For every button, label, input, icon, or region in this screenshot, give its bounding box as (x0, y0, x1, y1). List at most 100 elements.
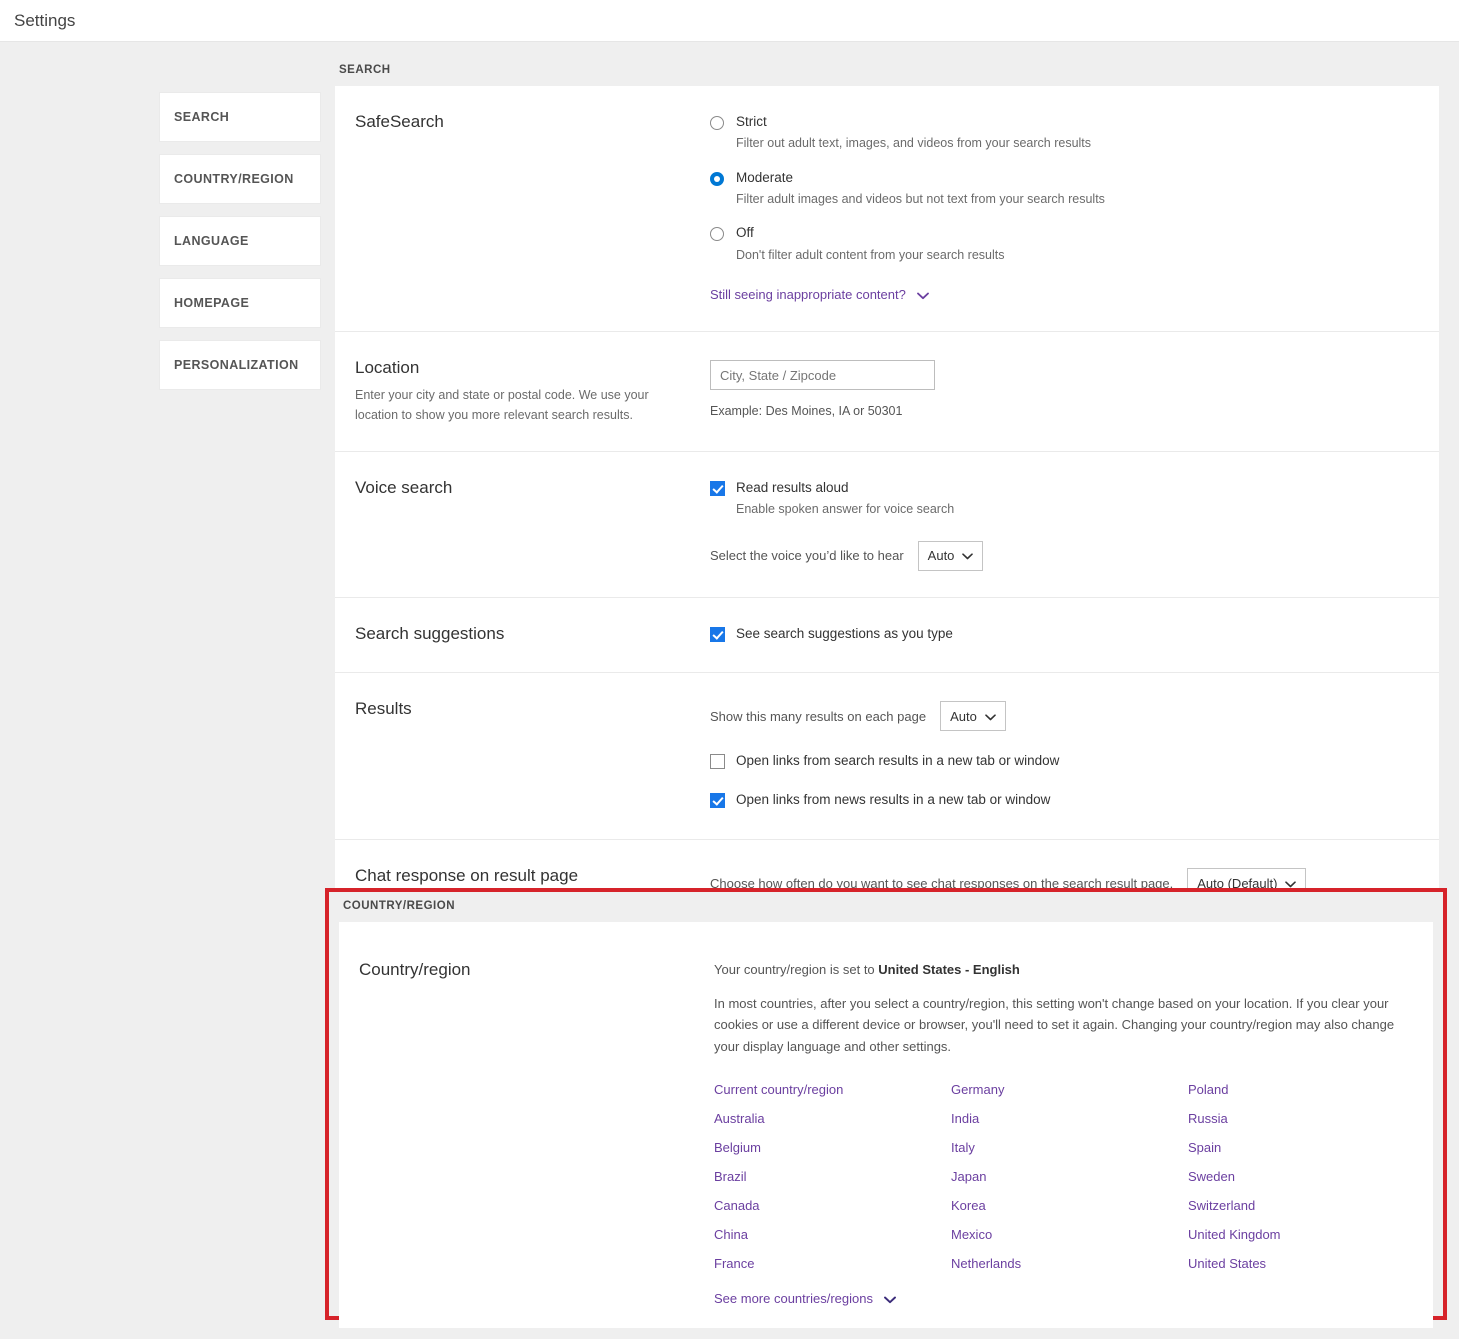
radio-moderate-icon[interactable] (710, 171, 724, 186)
safesearch-option-title: Off (736, 225, 754, 241)
search-section-header: SEARCH (339, 64, 391, 76)
search-settings-panel: SafeSearch Strict Filter out adult text,… (335, 86, 1439, 925)
country-region-section-header: COUNTRY/REGION (343, 900, 455, 912)
open-search-links-label: Open links from search results in a new … (736, 753, 1060, 769)
checkbox-read-results-aloud-icon[interactable] (710, 481, 725, 497)
country-link-france[interactable]: France (714, 1249, 754, 1278)
open-search-links-option[interactable]: Open links from search results in a new … (710, 753, 1419, 770)
location-title: Location (355, 358, 420, 378)
safesearch-option-off[interactable]: Off Don't filter adult content from your… (710, 225, 1419, 264)
sidebar-item-label: LANGUAGE (174, 234, 249, 248)
search-suggestions-label: See search suggestions as you type (736, 625, 953, 641)
open-news-links-label: Open links from news results in a new ta… (736, 792, 1051, 808)
see-more-countries-link[interactable]: See more countries/regions (714, 1291, 873, 1306)
safesearch-option-desc: Don't filter adult content from your sea… (736, 247, 1005, 262)
settings-sidebar: SEARCH COUNTRY/REGION LANGUAGE HOMEPAGE … (160, 93, 320, 403)
see-more-countries-expander[interactable]: See more countries/regions (714, 1290, 1413, 1309)
sidebar-item-homepage[interactable]: HOMEPAGE (160, 279, 320, 327)
safesearch-option-strict[interactable]: Strict Filter out adult text, images, an… (710, 114, 1419, 153)
location-hint: Example: Des Moines, IA or 50301 (710, 404, 903, 419)
country-link-poland[interactable]: Poland (1188, 1075, 1228, 1104)
location-description: Enter your city and state or postal code… (355, 388, 649, 422)
results-content: Show this many results on each page Auto… (710, 699, 1419, 813)
country-link-india[interactable]: India (951, 1104, 979, 1133)
sidebar-item-label: SEARCH (174, 110, 230, 124)
safesearch-option-desc: Filter out adult text, images, and video… (736, 136, 1092, 151)
chevron-down-icon (962, 548, 974, 563)
results-per-page-value: Auto (950, 708, 977, 724)
country-link-brazil[interactable]: Brazil (714, 1162, 747, 1191)
read-results-aloud-label: Read results aloud (736, 480, 849, 496)
country-region-label-col: Country/region (359, 960, 714, 1309)
voice-select-line: Select the voice you’d like to hear Auto (710, 540, 1419, 571)
country-link-mexico[interactable]: Mexico (951, 1220, 992, 1249)
country-list-grid: Current country/region Germany Poland Au… (714, 1075, 1413, 1278)
sidebar-item-personalization[interactable]: PERSONALIZATION (160, 341, 320, 389)
country-link-sweden[interactable]: Sweden (1188, 1162, 1235, 1191)
chevron-down-icon (985, 709, 996, 724)
safesearch-option-title: Strict (736, 114, 767, 129)
top-bar: Settings (0, 0, 1459, 42)
current-country-status: Your country/region is set to United Sta… (714, 962, 1413, 977)
country-link-australia[interactable]: Australia (714, 1104, 765, 1133)
safesearch-option-desc: Filter adult images and videos but not t… (736, 191, 1105, 206)
results-row: Results Show this many results on each p… (335, 673, 1439, 841)
voice-select[interactable]: Auto (917, 540, 984, 571)
sidebar-item-country-region[interactable]: COUNTRY/REGION (160, 155, 320, 203)
location-input[interactable] (710, 360, 935, 391)
sidebar-item-search[interactable]: SEARCH (160, 93, 320, 141)
country-region-row: Country/region Your country/region is se… (339, 922, 1433, 1339)
search-section: SEARCH SafeSearch Strict Filter out adul… (335, 64, 1439, 925)
country-link-united-kingdom[interactable]: United Kingdom (1188, 1220, 1281, 1249)
current-country-prefix: Your country/region is set to (714, 962, 879, 977)
open-news-links-option[interactable]: Open links from news results in a new ta… (710, 792, 1419, 809)
checkbox-open-search-links-icon[interactable] (710, 754, 725, 770)
country-link-canada[interactable]: Canada (714, 1191, 760, 1220)
country-link-germany[interactable]: Germany (951, 1075, 1004, 1104)
read-results-aloud-option[interactable]: Read results aloud (710, 480, 1419, 497)
country-region-panel: Country/region Your country/region is se… (339, 922, 1433, 1328)
search-suggestions-row: Search suggestions See search suggestion… (335, 598, 1439, 674)
voice-search-content: Read results aloud Enable spoken answer … (710, 478, 1419, 571)
country-link-netherlands[interactable]: Netherlands (951, 1249, 1021, 1278)
safesearch-option-moderate[interactable]: Moderate Filter adult images and videos … (710, 170, 1419, 209)
country-link-current[interactable]: Current country/region (714, 1075, 843, 1104)
sidebar-item-label: HOMEPAGE (174, 296, 250, 310)
chat-response-title: Chat response on result page (355, 866, 579, 886)
location-content: Example: Des Moines, IA or 50301 (710, 358, 1419, 425)
inappropriate-content-link[interactable]: Still seeing inappropriate content? (710, 287, 906, 302)
country-region-content: Your country/region is set to United Sta… (714, 960, 1413, 1309)
results-per-page-select[interactable]: Auto (940, 701, 1006, 732)
country-link-korea[interactable]: Korea (951, 1191, 986, 1220)
country-link-switzerland[interactable]: Switzerland (1188, 1191, 1255, 1220)
search-suggestions-title: Search suggestions (355, 623, 505, 643)
chevron-down-icon (917, 287, 930, 305)
country-link-russia[interactable]: Russia (1188, 1104, 1228, 1133)
current-country-value: United States - English (878, 962, 1020, 977)
safesearch-options: Strict Filter out adult text, images, an… (710, 112, 1419, 305)
country-link-belgium[interactable]: Belgium (714, 1133, 761, 1162)
location-row: Location Enter your city and state or po… (335, 332, 1439, 453)
checkbox-search-suggestions-icon[interactable] (710, 626, 725, 642)
country-link-spain[interactable]: Spain (1188, 1133, 1221, 1162)
sidebar-item-language[interactable]: LANGUAGE (160, 217, 320, 265)
voice-search-label-col: Voice search (355, 478, 710, 570)
voice-select-label: Select the voice you’d like to hear (710, 548, 904, 564)
inappropriate-content-expander[interactable]: Still seeing inappropriate content? (710, 286, 1419, 305)
country-link-japan[interactable]: Japan (951, 1162, 986, 1191)
safesearch-label-col: SafeSearch (355, 112, 710, 305)
results-per-page-label: Show this many results on each page (710, 708, 927, 724)
results-label-col: Results (355, 699, 710, 813)
search-suggestions-option[interactable]: See search suggestions as you type (710, 626, 1419, 643)
country-link-china[interactable]: China (714, 1220, 748, 1249)
country-link-united-states[interactable]: United States (1188, 1249, 1266, 1278)
voice-search-row: Voice search Read results aloud Enable s… (335, 452, 1439, 598)
location-label-col: Location Enter your city and state or po… (355, 358, 710, 425)
radio-strict-icon[interactable] (710, 116, 724, 130)
radio-off-icon[interactable] (710, 227, 724, 242)
safesearch-option-title: Moderate (736, 169, 794, 185)
country-link-italy[interactable]: Italy (951, 1133, 975, 1162)
page-body: SEARCH COUNTRY/REGION LANGUAGE HOMEPAGE … (0, 42, 1459, 1328)
country-region-description: In most countries, after you select a co… (714, 996, 1395, 1054)
checkbox-open-news-links-icon[interactable] (710, 793, 725, 809)
